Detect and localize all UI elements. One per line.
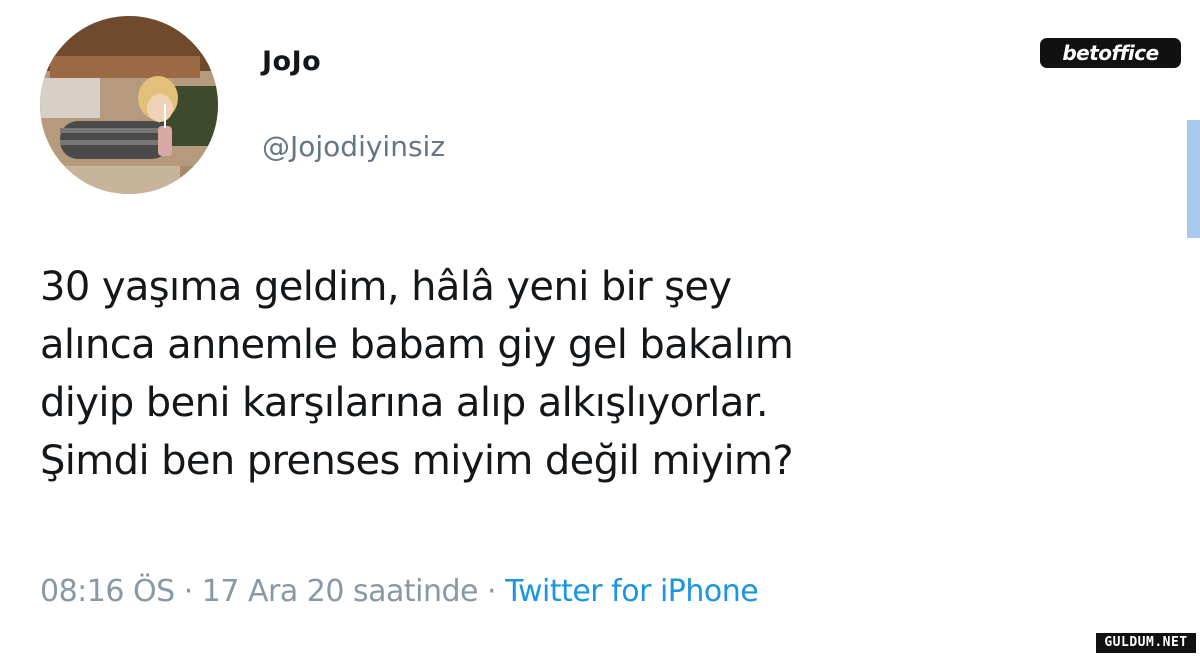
tweet-time: 08:16 ÖS — [40, 574, 175, 609]
tweet-meta: 08:16 ÖS · 17 Ara 20 saatinde · Twitter … — [40, 574, 759, 609]
betoffice-watermark: betoffice — [1040, 38, 1181, 68]
tweet-source-link[interactable]: Twitter for iPhone — [505, 574, 759, 609]
profile-photo-icon — [40, 16, 218, 194]
tweet-card: JoJo @Jojodiyinsiz betoffice 30 yaşıma g… — [0, 0, 1200, 657]
meta-separator: · — [174, 574, 202, 609]
display-name[interactable]: JoJo — [262, 46, 321, 77]
user-handle[interactable]: @Jojodiyinsiz — [262, 130, 445, 163]
tweet-text: 30 yaşıma geldim, hâlâ yeni bir şey alın… — [40, 264, 794, 484]
avatar[interactable] — [40, 16, 218, 194]
meta-separator: · — [477, 574, 506, 609]
scroll-indicator — [1187, 120, 1200, 238]
guldum-watermark: GULDUM.NET — [1096, 633, 1196, 653]
tweet-date: 17 Ara 20 saatinde — [201, 574, 479, 609]
